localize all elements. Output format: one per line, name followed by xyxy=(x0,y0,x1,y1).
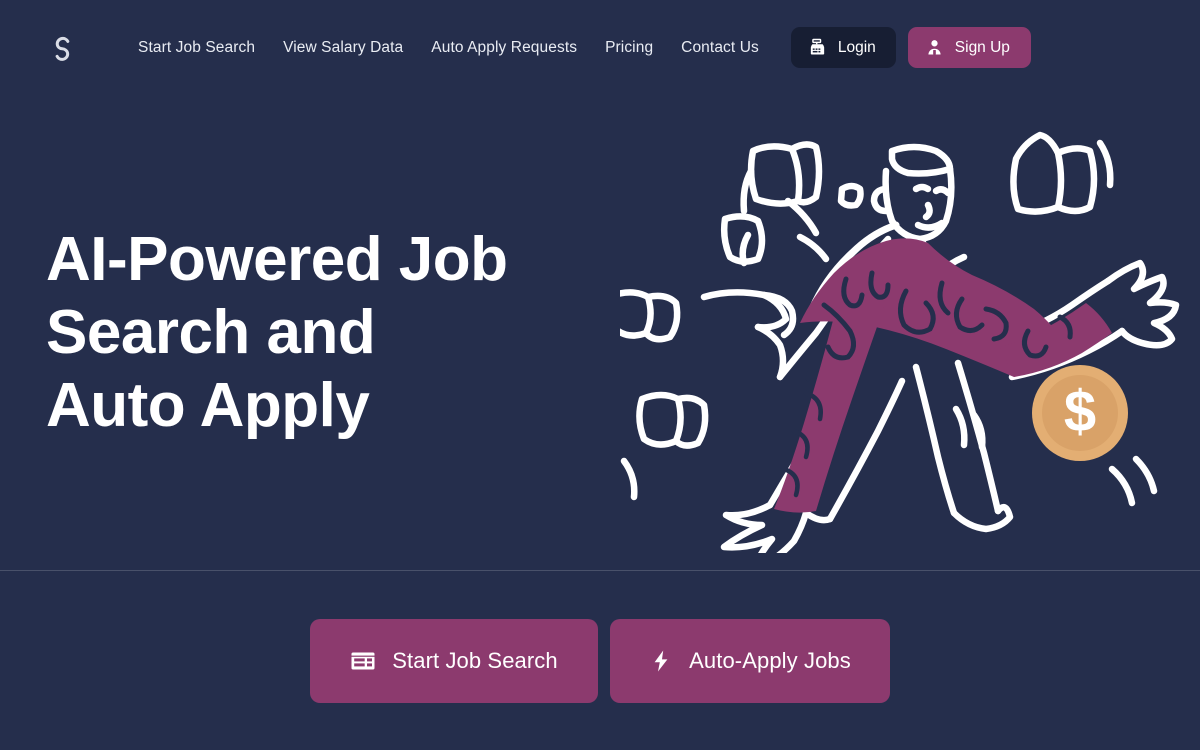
user-person-icon xyxy=(925,38,944,57)
page-title: AI-Powered Job Search and Auto Apply xyxy=(46,224,508,441)
cta-auto-apply-jobs-label: Auto-Apply Jobs xyxy=(689,647,851,673)
lightning-bolt-icon xyxy=(649,649,673,673)
main-navigation: Start Job Search View Salary Data Auto A… xyxy=(130,33,773,63)
signup-button[interactable]: Sign Up xyxy=(907,27,1031,68)
cta-section: Start Job Search Auto-Apply Jobs xyxy=(0,571,1200,750)
login-button[interactable]: Login xyxy=(790,27,896,68)
signup-button-label: Sign Up xyxy=(954,38,1010,56)
nav-contact-us[interactable]: Contact Us xyxy=(667,33,773,63)
spiral-s-logo-icon[interactable] xyxy=(46,31,80,65)
cta-start-job-search[interactable]: Start Job Search xyxy=(310,618,598,703)
cash-register-icon xyxy=(808,38,827,57)
nav-auto-apply-requests[interactable]: Auto Apply Requests xyxy=(417,33,591,63)
hero-section: AI-Powered Job Search and Auto Apply $ xyxy=(0,95,1200,570)
nav-view-salary-data[interactable]: View Salary Data xyxy=(269,33,417,63)
hero-copy: AI-Powered Job Search and Auto Apply xyxy=(0,223,600,442)
nav-pricing[interactable]: Pricing xyxy=(591,33,667,63)
auth-actions: Login Sign Up xyxy=(790,27,1031,68)
login-button-label: Login xyxy=(837,38,876,56)
cta-auto-apply-jobs[interactable]: Auto-Apply Jobs xyxy=(610,618,890,703)
landing-page: Start Job Search View Salary Data Auto A… xyxy=(0,0,1200,750)
coin-dollar-symbol: $ xyxy=(1064,379,1096,444)
person-juggling-papers-with-dollar-coin-illustration: $ xyxy=(620,113,1180,553)
job-card-listing-icon xyxy=(350,648,376,674)
hero-illustration-container: $ xyxy=(600,95,1200,570)
nav-start-job-search[interactable]: Start Job Search xyxy=(130,33,269,63)
cta-start-job-search-label: Start Job Search xyxy=(392,647,558,673)
site-header: Start Job Search View Salary Data Auto A… xyxy=(0,0,1200,95)
